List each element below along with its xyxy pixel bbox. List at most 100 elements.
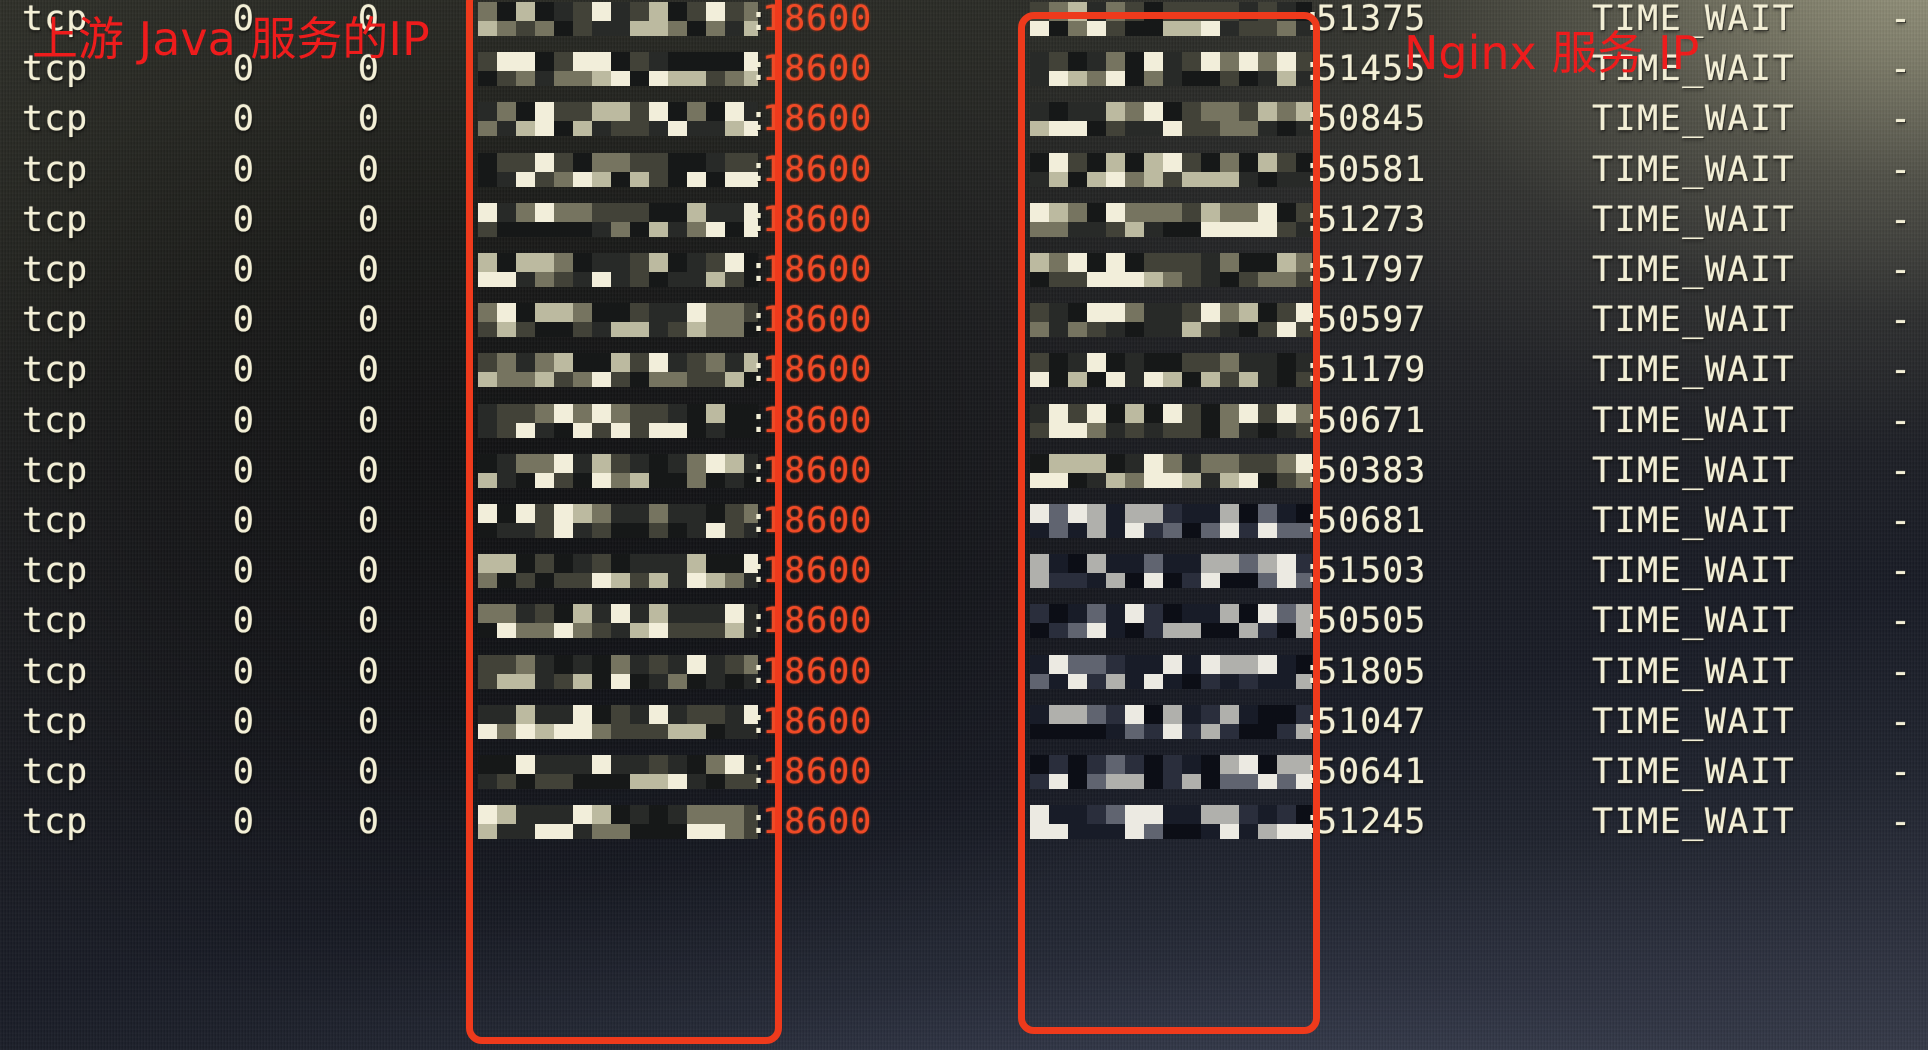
cell-proto: tcp xyxy=(22,199,89,240)
cell-foreign-port: 51805 xyxy=(1316,651,1427,692)
cell-local-port: 18600 xyxy=(762,400,873,441)
redacted-local-ip xyxy=(478,2,758,36)
redacted-local-ip xyxy=(478,654,758,689)
cell-local-port: 18600 xyxy=(762,651,873,692)
cell-send-q: 0 xyxy=(357,149,380,190)
redacted-foreign-ip xyxy=(1030,353,1312,388)
table-row: tcp 0 0:18600:51179 TIME_WAIT - xyxy=(0,345,1928,395)
cell-send-q: 0 xyxy=(357,300,380,341)
table-row: tcp 0 0:18600:51047 TIME_WAIT - xyxy=(0,697,1928,747)
redacted-local-ip xyxy=(478,755,758,789)
cell-recv-q: 0 xyxy=(232,651,255,692)
cell-foreign-port: 51797 xyxy=(1316,250,1427,290)
table-row: tcp 0 0:18600:50581 TIME_WAIT - xyxy=(0,145,1928,195)
table-row: tcp 0 0:18600:51797 TIME_WAIT - xyxy=(0,245,1928,295)
cell-recv-q: 0 xyxy=(232,551,255,592)
cell-state: TIME_WAIT xyxy=(1592,551,1796,592)
cell-pid-program: - xyxy=(1890,0,1913,39)
cell-proto: tcp xyxy=(22,250,89,290)
cell-recv-q: 0 xyxy=(232,601,255,642)
redacted-local-ip xyxy=(478,805,758,840)
cell-state: TIME_WAIT xyxy=(1592,501,1796,541)
cell-state: TIME_WAIT xyxy=(1592,400,1796,441)
redacted-local-ip xyxy=(478,353,758,388)
cell-local-port: 18600 xyxy=(762,99,873,140)
cell-local-port: 18600 xyxy=(762,350,873,391)
cell-proto: tcp xyxy=(22,501,89,541)
redacted-foreign-ip xyxy=(1030,152,1312,187)
redacted-foreign-ip xyxy=(1030,504,1312,538)
cell-proto: tcp xyxy=(22,350,89,391)
cell-foreign-port: 50845 xyxy=(1316,99,1427,140)
cell-pid-program: - xyxy=(1890,752,1913,792)
cell-send-q: 0 xyxy=(357,250,380,290)
cell-send-q: 0 xyxy=(357,450,380,491)
cell-proto: tcp xyxy=(22,300,89,341)
cell-local-port: 18600 xyxy=(762,701,873,742)
cell-local-port: 18600 xyxy=(762,0,873,39)
cell-state: TIME_WAIT xyxy=(1592,149,1796,190)
cell-local-port: 18600 xyxy=(762,300,873,341)
cell-foreign-port: 50581 xyxy=(1316,149,1427,190)
cell-pid-program: - xyxy=(1890,49,1913,90)
redacted-local-ip xyxy=(478,102,758,137)
cell-recv-q: 0 xyxy=(232,350,255,391)
cell-recv-q: 0 xyxy=(232,701,255,742)
cell-foreign-port: 50383 xyxy=(1316,450,1427,491)
cell-state: TIME_WAIT xyxy=(1592,752,1796,792)
redacted-foreign-ip xyxy=(1030,303,1312,338)
cell-send-q: 0 xyxy=(357,601,380,642)
cell-proto: tcp xyxy=(22,450,89,491)
cell-foreign-port: 50681 xyxy=(1316,501,1427,541)
cell-recv-q: 0 xyxy=(232,199,255,240)
cell-send-q: 0 xyxy=(357,400,380,441)
cell-local-port: 18600 xyxy=(762,199,873,240)
cell-send-q: 0 xyxy=(357,551,380,592)
cell-recv-q: 0 xyxy=(232,300,255,341)
cell-foreign-port: 51245 xyxy=(1316,802,1427,843)
table-row: tcp 0 0:18600:50383 TIME_WAIT - xyxy=(0,446,1928,496)
cell-proto: tcp xyxy=(22,551,89,592)
redacted-local-ip xyxy=(478,52,758,87)
redacted-local-ip xyxy=(478,202,758,237)
cell-foreign-port: 50597 xyxy=(1316,300,1427,341)
annotation-nginx-service-ip: Nginx 服务 IP xyxy=(1404,26,1700,80)
table-row: tcp 0 0:18600:50681 TIME_WAIT - xyxy=(0,496,1928,546)
redacted-local-ip xyxy=(478,403,758,438)
redacted-local-ip xyxy=(478,704,758,739)
netstat-output-table: tcp 0 0:18600:51375 TIME_WAIT - tcp 0 0:18600:5… xyxy=(0,0,1928,1050)
redacted-foreign-ip xyxy=(1030,755,1312,789)
redacted-foreign-ip xyxy=(1030,202,1312,237)
cell-local-port: 18600 xyxy=(762,149,873,190)
table-row: tcp 0 0:18600:50845 TIME_WAIT - xyxy=(0,94,1928,144)
redacted-foreign-ip xyxy=(1030,253,1312,287)
cell-local-port: 18600 xyxy=(762,752,873,792)
redacted-foreign-ip xyxy=(1030,704,1312,739)
cell-proto: tcp xyxy=(22,701,89,742)
table-row: tcp 0 0:18600:51273 TIME_WAIT - xyxy=(0,195,1928,245)
cell-recv-q: 0 xyxy=(232,752,255,792)
cell-pid-program: - xyxy=(1890,250,1913,290)
cell-local-port: 18600 xyxy=(762,601,873,642)
cell-foreign-port: 51503 xyxy=(1316,551,1427,592)
redacted-local-ip xyxy=(478,152,758,187)
redacted-foreign-ip xyxy=(1030,654,1312,689)
redacted-local-ip xyxy=(478,303,758,338)
cell-send-q: 0 xyxy=(357,99,380,140)
annotation-upstream-java-ip: 上游 Java 服务的IP xyxy=(32,12,430,66)
cell-state: TIME_WAIT xyxy=(1592,199,1796,240)
redacted-foreign-ip xyxy=(1030,403,1312,438)
cell-state: TIME_WAIT xyxy=(1592,802,1796,843)
table-row: tcp 0 0:18600:50505 TIME_WAIT - xyxy=(0,596,1928,646)
cell-send-q: 0 xyxy=(357,802,380,843)
redacted-foreign-ip xyxy=(1030,554,1312,589)
cell-proto: tcp xyxy=(22,601,89,642)
cell-send-q: 0 xyxy=(357,350,380,391)
cell-foreign-port: 50641 xyxy=(1316,752,1427,792)
cell-recv-q: 0 xyxy=(232,149,255,190)
cell-foreign-port: 51273 xyxy=(1316,199,1427,240)
table-row: tcp 0 0:18600:50671 TIME_WAIT - xyxy=(0,396,1928,446)
cell-state: TIME_WAIT xyxy=(1592,651,1796,692)
cell-state: TIME_WAIT xyxy=(1592,701,1796,742)
redacted-foreign-ip xyxy=(1030,604,1312,639)
